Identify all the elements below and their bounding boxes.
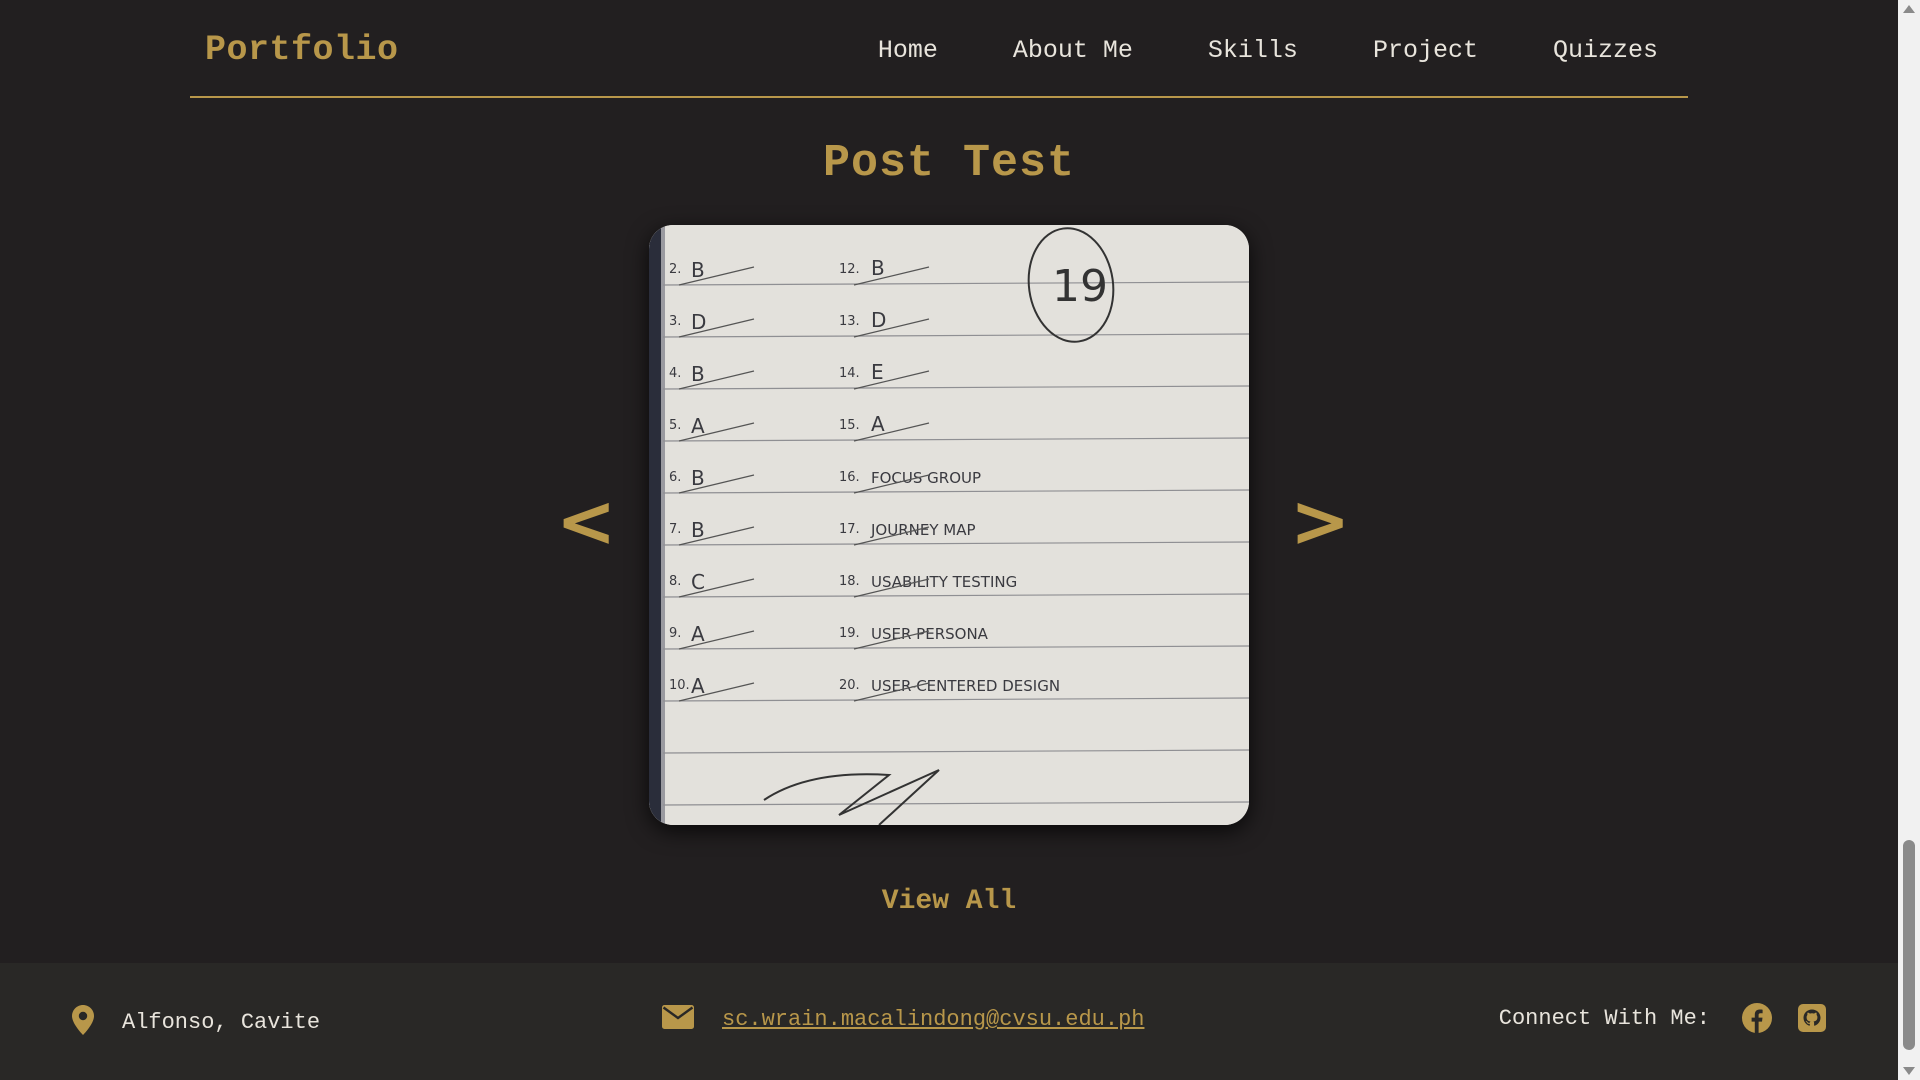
carousel-prev-button[interactable]: < — [556, 485, 616, 557]
footer-social: Connect With Me: — [1499, 1003, 1826, 1033]
nav-home[interactable]: Home — [878, 36, 938, 65]
envelope-icon — [662, 1005, 694, 1034]
handwritten-answer: 10. — [669, 678, 690, 693]
footer-email: sc.wrain.macalindong@cvsu.edu.ph — [662, 1005, 1144, 1034]
handwritten-answer: 16. — [839, 470, 860, 485]
handwritten-answer: 7. — [669, 522, 681, 537]
handwritten-answer: B — [871, 256, 885, 280]
handwritten-answer: 14. — [839, 366, 860, 381]
handwritten-answer: FOCUS GROUP — [871, 469, 981, 487]
brand-logo[interactable]: Portfolio — [205, 30, 399, 70]
nav-quizzes[interactable]: Quizzes — [1553, 36, 1658, 65]
nav-skills[interactable]: Skills — [1208, 36, 1298, 65]
carousel-slide-image: 2. B 3. D 4. B 5. A 6. B 7. B 8. C 9. A 10. A 12. B 13. D 14. E… — [649, 225, 1249, 825]
navbar: Portfolio Home About Me Skills Project Q… — [190, 0, 1688, 98]
handwritten-answer: 20. — [839, 678, 860, 693]
scroll-up-arrow-icon[interactable] — [1903, 5, 1915, 13]
handwritten-answer: 2. — [669, 262, 681, 277]
handwritten-answer: A — [691, 414, 705, 438]
map-pin-icon — [72, 1005, 94, 1040]
handwritten-answer: 19. — [839, 626, 860, 641]
footer: Alfonso, Cavite sc.wrain.macalindong@cvs… — [0, 963, 1898, 1080]
handwritten-answer: E — [871, 360, 884, 384]
handwritten-answer: USER-CENTERED DESIGN — [871, 677, 1060, 695]
email-link[interactable]: sc.wrain.macalindong@cvsu.edu.ph — [722, 1007, 1144, 1032]
page-scrollbar[interactable] — [1898, 0, 1920, 1080]
scrollbar-thumb[interactable] — [1903, 840, 1915, 1050]
page: Portfolio Home About Me Skills Project Q… — [0, 0, 1898, 1080]
handwritten-answer: 13. — [839, 314, 860, 329]
handwritten-answer: B — [691, 466, 705, 490]
handwritten-answer: USABILITY TESTING — [871, 573, 1017, 591]
handwritten-answer: B — [691, 518, 705, 542]
handwritten-answer: B — [691, 362, 705, 386]
handwritten-answer: D — [871, 308, 886, 332]
nav-project[interactable]: Project — [1373, 36, 1478, 65]
answer-sheet-photo: 2. B3. D4. B5. A6. B7. B8. C9. A10. A12. B13. D14. E… — [649, 225, 1249, 825]
location-text: Alfonso, Cavite — [122, 1010, 321, 1035]
score-text: 19 — [1052, 261, 1108, 312]
handwritten-answer: 6. — [669, 470, 681, 485]
handwritten-answer: 8. — [669, 574, 681, 589]
view-all-link[interactable]: View All — [0, 886, 1898, 917]
page-title: Post Test — [822, 138, 1076, 189]
handwritten-answer: 15. — [839, 418, 860, 433]
handwritten-answer: 3. — [669, 314, 681, 329]
facebook-icon[interactable] — [1742, 1003, 1772, 1033]
handwritten-answer: 18. — [839, 574, 860, 589]
github-icon[interactable] — [1798, 1004, 1826, 1032]
nav-about-me[interactable]: About Me — [1013, 36, 1133, 65]
footer-location: Alfonso, Cavite — [72, 1005, 320, 1040]
handwritten-answer: JOURNEY MAP — [870, 521, 976, 539]
handwritten-answer: A — [871, 412, 885, 436]
handwritten-answer: C — [691, 570, 705, 594]
handwritten-answer: 17. — [839, 522, 860, 537]
handwritten-answer: A — [691, 622, 705, 646]
carousel-next-button[interactable]: > — [1290, 485, 1350, 557]
handwritten-answer: B — [691, 258, 705, 282]
handwritten-answer: 4. — [669, 366, 681, 381]
handwritten-answer: 12. — [839, 262, 860, 277]
handwritten-answer: 9. — [669, 626, 681, 641]
connect-label: Connect With Me: — [1498, 1005, 1710, 1031]
handwritten-answer: 5. — [669, 418, 681, 433]
scroll-down-arrow-icon[interactable] — [1903, 1067, 1915, 1075]
main-nav: Home About Me Skills Project Quizzes — [878, 36, 1658, 65]
handwritten-answer: A — [691, 674, 705, 698]
